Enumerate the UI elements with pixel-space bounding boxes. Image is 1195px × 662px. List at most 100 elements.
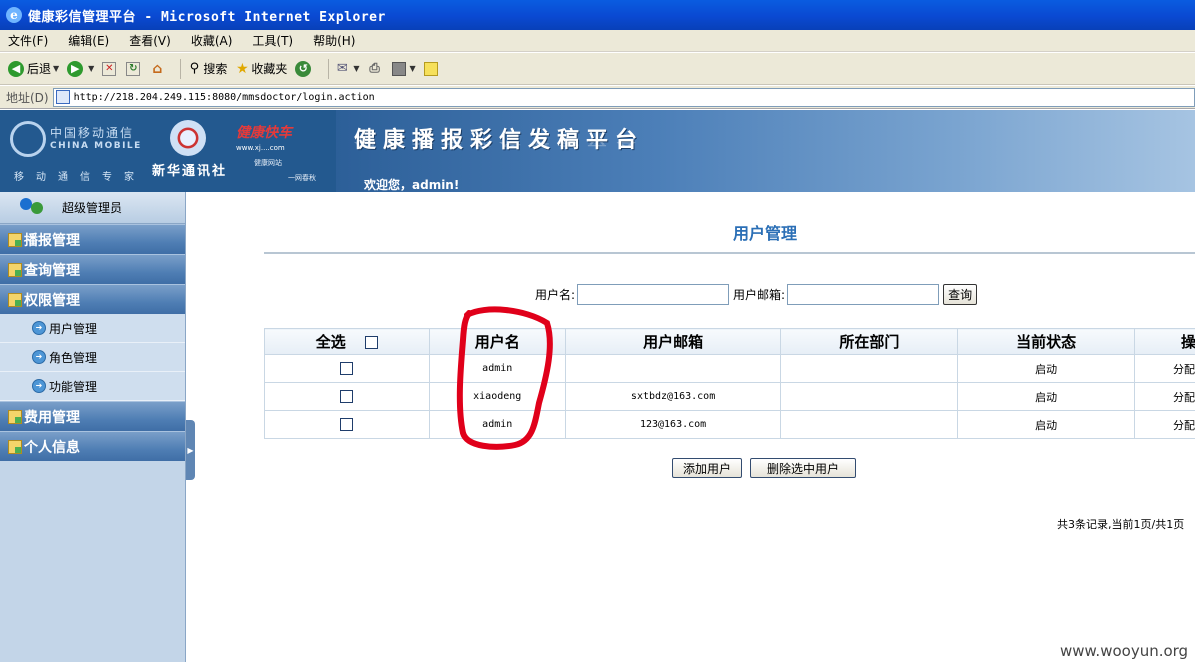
title-bar: e 健康彩信管理平台 - Microsoft Internet Explorer [0,0,1195,30]
stop-button[interactable]: ✕ [102,61,118,76]
select-all-label: 全选 [315,333,346,351]
sidebar-subitem-role-mgmt[interactable]: ➔ 角色管理 [0,343,185,372]
row-select-cell [264,382,430,411]
edit-dropdown-icon[interactable]: ▼ [410,64,416,73]
heading-divider [264,252,1195,254]
folder-icon [8,262,22,277]
row-select-cell [264,354,430,383]
email-cell: 123@163.com [564,410,782,439]
username-cell: xiaodeng [428,382,566,411]
sidebar-subitem-user-mgmt[interactable]: ➔ 用户管理 [0,314,185,343]
sidebar-item-broadcast[interactable]: 播报管理 [0,224,185,254]
favorites-button[interactable]: ★ 收藏夹 [235,60,287,77]
china-mobile-logo-icon [10,121,46,157]
search-button[interactable]: ⚲ 搜索 [187,60,228,77]
history-icon: ↺ [295,60,312,77]
sidebar: 超级管理员 播报管理 查询管理 权限管理 ➔ 用户管理 ➔ 角色管理 ➔ 功能管… [0,192,186,662]
table-header-row: 全选 用户名 用户邮箱 所在部门 当前状态 操 [264,328,1195,355]
dept-cell [780,382,959,411]
history-button[interactable]: ↺ [295,60,314,77]
row-checkbox[interactable] [340,390,354,403]
sidebar-item-label: 费用管理 [24,409,80,426]
dept-cell [780,354,959,383]
query-button[interactable]: 查询 [943,284,978,305]
address-url: http://218.204.249.115:8080/mmsdoctor/lo… [73,91,375,103]
sidebar-item-label: 播报管理 [24,232,80,249]
arrow-circle-icon: ➔ [32,321,46,335]
search-icon: ⚲ [189,61,200,76]
sidebar-subitem-label: 功能管理 [49,379,98,394]
assign-link[interactable]: 分配 [1134,382,1195,411]
watermark: www.wooyun.org [1060,642,1189,660]
chevron-right-icon: ▶ [187,445,194,455]
row-checkbox[interactable] [340,362,354,375]
username-label: 用户名: [535,288,576,302]
page-title: 用户管理 [732,224,797,243]
star-icon: ★ [236,60,249,77]
health-site-tag: 健康网站 [254,159,282,167]
select-all-checkbox[interactable] [365,336,379,349]
username-search-input[interactable] [577,284,730,305]
menu-help[interactable]: 帮助(H) [313,32,355,49]
row-checkbox[interactable] [340,418,354,431]
table-actions: 添加用户 删除选中用户 [672,458,864,478]
sidebar-item-personal[interactable]: 个人信息 [0,431,185,461]
sidebar-collapse-handle[interactable]: ▶ [186,420,195,480]
back-dropdown-icon[interactable]: ▼ [53,64,59,73]
toolbar: ◀ 后退 ▼ ▶ ▼ ✕ ↻ ⌂ ⚲ 搜索 ★ 收藏夹 ↺ ✉ ▼ ⎙ ▼ [0,53,1195,85]
folder-icon [8,409,22,424]
sidebar-item-label: 查询管理 [24,262,80,279]
notes-button[interactable] [423,61,440,76]
select-all-header: 全选 [264,328,430,355]
search-form: 用户名: 用户邮箱: 查询 [535,284,978,305]
add-user-button[interactable]: 添加用户 [672,458,743,478]
status-cell: 启动 [957,410,1136,439]
assign-link[interactable]: 分配 [1134,354,1195,383]
xinhua-name: 新华通讯社 [152,164,228,179]
email-cell: sxtbdz@163.com [564,382,782,411]
sidebar-item-fees[interactable]: 费用管理 [0,401,185,431]
refresh-button[interactable]: ↻ [126,61,142,76]
notes-icon [423,61,438,76]
menu-edit[interactable]: 编辑(E) [68,32,109,49]
print-button[interactable]: ⎙ [368,61,384,76]
forward-button[interactable]: ▶ ▼ [67,60,94,77]
forward-arrow-icon: ▶ [67,60,84,77]
column-header-dept: 所在部门 [780,328,959,355]
edit-button[interactable]: ▼ [391,61,416,76]
favorites-label: 收藏夹 [251,62,288,76]
email-search-input[interactable] [787,284,940,305]
back-arrow-icon: ◀ [8,60,24,77]
mail-button[interactable]: ✉ ▼ [335,61,360,76]
menu-view[interactable]: 查看(V) [129,32,171,49]
mail-icon: ✉ [336,61,348,76]
assign-link[interactable]: 分配 [1134,410,1195,439]
home-icon: ⌂ [152,60,163,77]
column-header-status: 当前状态 [957,328,1136,355]
edit-icon [391,61,406,76]
sidebar-subitem-function-mgmt[interactable]: ➔ 功能管理 [0,372,185,401]
window-title: 健康彩信管理平台 - Microsoft Internet Explorer [28,9,386,25]
delete-selected-button[interactable]: 删除选中用户 [750,458,857,478]
address-input[interactable]: http://218.204.249.115:8080/mmsdoctor/lo… [52,87,1195,107]
print-icon: ⎙ [369,61,380,76]
row-select-cell [264,410,430,439]
health-site-url: www.xj....com [236,144,285,152]
users-icon [18,196,46,220]
column-header-email: 用户邮箱 [564,328,782,355]
mail-dropdown-icon[interactable]: ▼ [353,64,359,73]
sidebar-item-permission[interactable]: 权限管理 [0,284,185,314]
back-label: 后退 [27,62,52,76]
menu-file[interactable]: 文件(F) [8,32,48,49]
ie-icon: e [6,7,22,23]
menu-favorites[interactable]: 收藏(A) [191,32,233,49]
back-button[interactable]: ◀ 后退 ▼ [8,60,59,77]
home-button[interactable]: ⌂ [150,60,166,77]
forward-dropdown-icon[interactable]: ▼ [88,64,94,73]
dept-cell [780,410,959,439]
sidebar-item-query[interactable]: 查询管理 [0,254,185,284]
table-row: xiaodeng sxtbdz@163.com 启动 分配 [264,382,1195,411]
menu-tools[interactable]: 工具(T) [252,32,293,49]
health-site-logo: 健康快车 [236,125,292,141]
toolbar-separator [180,58,182,79]
